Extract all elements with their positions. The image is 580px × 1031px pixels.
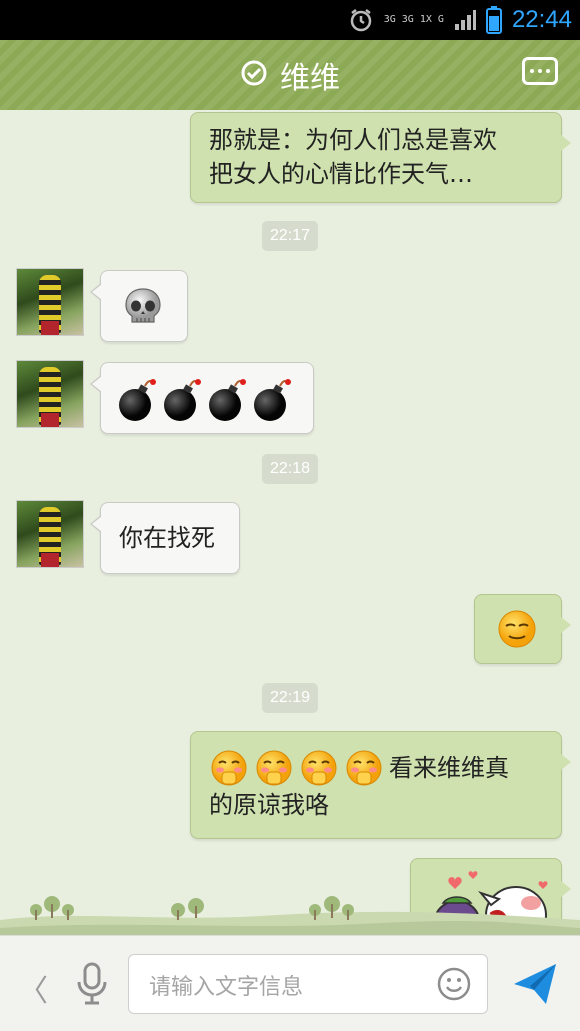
dot (546, 69, 550, 73)
message-text: 你在找死 (119, 524, 215, 552)
microphone-icon[interactable] (74, 962, 110, 1010)
message-input[interactable]: 请输入文字信息 (128, 954, 488, 1014)
timestamp: 22:19 (261, 683, 319, 713)
relieved-face-icon (498, 610, 536, 648)
message-bubble-incoming[interactable] (90, 362, 314, 434)
dot (530, 69, 534, 73)
smiley-icon[interactable] (437, 967, 471, 1005)
send-icon[interactable] (512, 962, 558, 1010)
network-indicator: 3G 3G 1X G (383, 14, 444, 25)
avatar[interactable] (16, 360, 84, 428)
avatar-figure (41, 553, 59, 567)
signal-icon (454, 10, 476, 30)
shy-face-icon (211, 750, 382, 786)
message-text-line: 那就是：为何人们总是喜欢 (209, 126, 497, 154)
avatar[interactable] (16, 500, 84, 568)
message-bubble-outgoing[interactable]: 看来维维真 的原谅我咯 (190, 731, 571, 839)
check-circle-icon (240, 59, 268, 91)
avatar[interactable] (16, 268, 84, 336)
status-bar: 3G 3G 1X G 22:44 (0, 0, 580, 40)
timestamp: 22:17 (261, 221, 319, 251)
avatar-figure (41, 321, 59, 335)
message-text-line: 看来维维真 (389, 754, 509, 782)
message-bubble-outgoing[interactable]: 那就是：为何人们总是喜欢 把女人的心情比作天气… (190, 112, 571, 203)
message-text-line: 的原谅我咯 (209, 791, 329, 819)
timestamp: 22:18 (261, 454, 319, 484)
battery-icon (485, 6, 502, 34)
title-bar: 维维 (0, 40, 580, 116)
chat-area[interactable]: 那就是：为何人们总是喜欢 把女人的心情比作天气… 22:17 22:18 你在找… (0, 110, 580, 935)
dot (538, 69, 542, 73)
message-input-placeholder: 请输入文字信息 (149, 975, 304, 1000)
avatar-figure (41, 413, 59, 427)
cartoon-sticker-icon (434, 871, 548, 935)
collapse-arrow-icon[interactable]: 〈 (18, 966, 48, 1010)
clock: 22:44 (511, 6, 572, 33)
more-options-button[interactable] (522, 57, 558, 85)
message-bubble-incoming[interactable] (90, 270, 188, 342)
bomb-icon (119, 379, 291, 421)
alarm-icon (348, 7, 374, 33)
message-bubble-outgoing[interactable] (410, 858, 571, 935)
skull-icon (125, 288, 161, 323)
input-bar: 〈 请输入文字信息 (0, 935, 580, 1031)
message-text-line: 把女人的心情比作天气… (209, 160, 473, 188)
message-bubble-incoming[interactable]: 你在找死 (90, 502, 240, 574)
message-bubble-outgoing[interactable] (474, 594, 571, 664)
chat-title: 维维 (280, 61, 340, 96)
